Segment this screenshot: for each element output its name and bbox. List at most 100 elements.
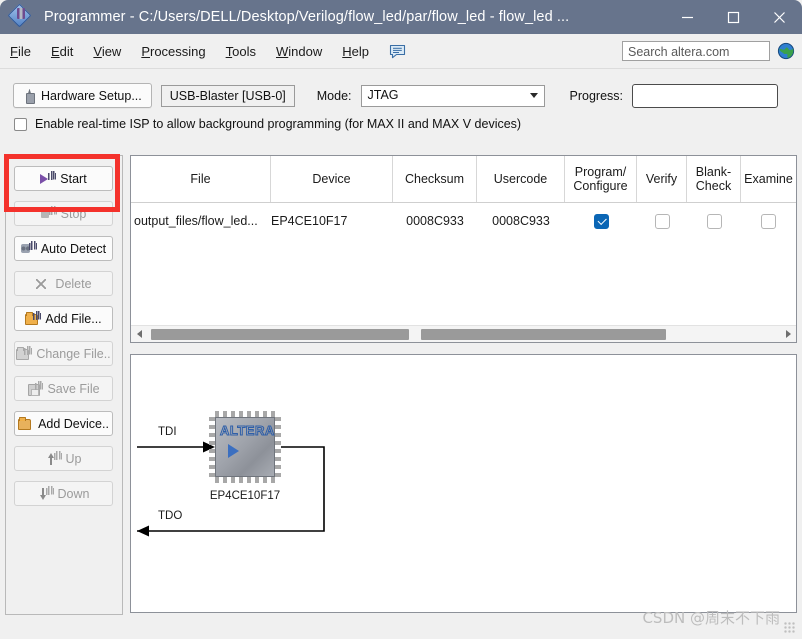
column-header-usercode[interactable]: Usercode xyxy=(477,156,565,202)
cell-blank-check[interactable] xyxy=(687,203,741,239)
search-area: Search altera.com xyxy=(622,41,802,61)
stop-icon xyxy=(40,205,57,221)
search-input[interactable]: Search altera.com xyxy=(622,41,770,61)
scroll-right-icon[interactable] xyxy=(780,326,796,343)
change-file-icon xyxy=(16,345,33,361)
menu-help[interactable]: Help xyxy=(333,42,378,61)
move-down-label: Down xyxy=(57,486,90,501)
delete-button[interactable]: Delete xyxy=(14,271,113,296)
column-header-examine[interactable]: Examine xyxy=(741,156,796,202)
column-header-checksum[interactable]: Checksum xyxy=(393,156,477,202)
progress-label: Progress: xyxy=(569,88,624,103)
menu-window[interactable]: Window xyxy=(267,42,331,61)
programmer-table: File Device Checksum Usercode Program/ C… xyxy=(130,155,797,343)
menu-edit[interactable]: Edit xyxy=(42,42,82,61)
toolbar-area: Hardware Setup... USB-Blaster [USB-0] Mo… xyxy=(0,69,802,147)
minimize-icon[interactable] xyxy=(664,0,710,34)
hardware-value-field[interactable]: USB-Blaster [USB-0] xyxy=(160,84,295,107)
action-sidebar: Start Stop Auto Detect Delete Add File..… xyxy=(5,155,123,615)
menu-tools[interactable]: Tools xyxy=(217,42,265,61)
realtime-isp-label: Enable real-time ISP to allow background… xyxy=(35,117,522,131)
blank-check-line2: Check xyxy=(695,179,732,193)
mode-select[interactable]: JTAG xyxy=(360,84,545,107)
realtime-isp-checkbox[interactable] xyxy=(14,117,27,131)
chevron-down-icon xyxy=(529,93,538,98)
move-down-button[interactable]: Down xyxy=(14,481,113,506)
add-device-button[interactable]: Add Device.. xyxy=(14,411,113,436)
watermark-text: CSDN @周末不下雨 xyxy=(642,609,780,627)
column-header-verify[interactable]: Verify xyxy=(637,156,687,202)
progress-bar xyxy=(632,83,779,108)
examine-checkbox[interactable] xyxy=(761,213,776,229)
move-up-label: Up xyxy=(65,451,82,466)
speech-bubble-icon[interactable] xyxy=(389,44,406,59)
program-configure-checkbox[interactable] xyxy=(593,213,609,229)
stop-label: Stop xyxy=(60,206,87,221)
diagram-wires xyxy=(137,441,325,537)
cell-program-configure[interactable] xyxy=(565,203,637,239)
arrow-up-icon xyxy=(46,450,62,466)
mode-label: Mode: xyxy=(316,88,352,103)
verify-checkbox[interactable] xyxy=(654,213,670,229)
save-file-icon xyxy=(27,380,44,396)
chip-body: ALTERA xyxy=(215,417,275,477)
blank-check-line1: Blank- xyxy=(695,164,732,179)
close-icon[interactable] xyxy=(756,0,802,34)
scroll-left-icon[interactable] xyxy=(131,326,147,343)
scrollbar-track[interactable] xyxy=(147,326,780,343)
title-bar: Programmer - C:/Users/DELL/Desktop/Veril… xyxy=(0,0,802,34)
start-label: Start xyxy=(60,171,87,186)
column-header-program-configure[interactable]: Program/ Configure xyxy=(565,156,637,202)
menu-view[interactable]: View xyxy=(84,42,130,61)
menu-bar: File Edit View Processing Tools Window H… xyxy=(0,34,802,69)
jtag-chain-diagram: TDI TDO ALTERA EP4CE10F17 xyxy=(130,354,797,613)
maximize-icon[interactable] xyxy=(710,0,756,34)
start-icon xyxy=(40,170,57,186)
window-controls xyxy=(664,0,802,34)
cell-usercode: 0008C933 xyxy=(492,214,550,228)
table-row[interactable]: output_files/flow_led... EP4CE10F17 0008… xyxy=(131,203,796,239)
change-file-button[interactable]: Change File.. xyxy=(14,341,113,366)
hardware-setup-label: Hardware Setup... xyxy=(41,88,142,103)
program-configure-line2: Configure xyxy=(573,179,628,193)
arrow-down-icon xyxy=(38,485,54,501)
hardware-setup-button[interactable]: Hardware Setup... xyxy=(13,83,152,108)
chip-brand-label: ALTERA xyxy=(220,423,275,439)
stop-button[interactable]: Stop xyxy=(14,201,113,226)
add-file-label: Add File... xyxy=(45,311,102,326)
programmer-window: Programmer - C:/Users/DELL/Desktop/Veril… xyxy=(0,0,802,639)
start-button[interactable]: Start xyxy=(14,166,113,191)
table-horizontal-scrollbar[interactable] xyxy=(131,325,796,342)
cell-examine[interactable] xyxy=(741,203,796,239)
device-chip-graphic[interactable]: ALTERA xyxy=(209,411,281,483)
globe-icon[interactable] xyxy=(777,42,795,60)
add-file-button[interactable]: Add File... xyxy=(14,306,113,331)
cell-checksum: 0008C933 xyxy=(406,214,464,228)
scrollbar-thumb-2[interactable] xyxy=(421,328,666,340)
cell-device: EP4CE10F17 xyxy=(271,214,348,228)
tdo-label: TDO xyxy=(158,510,183,522)
mode-value: JTAG xyxy=(367,88,399,102)
program-configure-line1: Program/ xyxy=(574,164,627,179)
cell-verify[interactable] xyxy=(637,203,687,239)
tdi-label: TDI xyxy=(158,426,177,438)
column-header-file[interactable]: File xyxy=(131,156,271,202)
window-title: Programmer - C:/Users/DELL/Desktop/Veril… xyxy=(44,9,570,25)
programmer-icon xyxy=(7,3,34,30)
move-up-button[interactable]: Up xyxy=(14,446,113,471)
blank-check-checkbox[interactable] xyxy=(706,213,722,229)
save-file-label: Save File xyxy=(47,381,100,396)
delete-label: Delete xyxy=(55,276,92,291)
auto-detect-button[interactable]: Auto Detect xyxy=(14,236,113,261)
column-header-blank-check[interactable]: Blank- Check xyxy=(687,156,741,202)
column-header-device[interactable]: Device xyxy=(271,156,393,202)
resize-grip-icon[interactable] xyxy=(784,622,795,633)
auto-detect-label: Auto Detect xyxy=(40,241,107,256)
hardware-icon xyxy=(23,88,36,104)
menu-file[interactable]: File xyxy=(1,42,40,61)
add-file-icon xyxy=(25,310,42,326)
scrollbar-thumb-1[interactable] xyxy=(151,328,409,340)
menu-processing[interactable]: Processing xyxy=(132,42,214,61)
table-header-row: File Device Checksum Usercode Program/ C… xyxy=(131,156,796,203)
save-file-button[interactable]: Save File xyxy=(14,376,113,401)
